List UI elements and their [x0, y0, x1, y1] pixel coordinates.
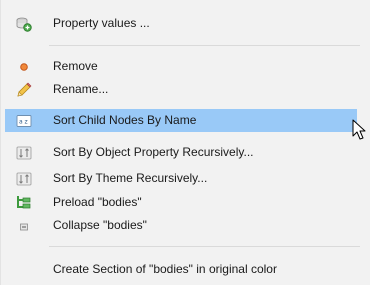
- property-values-icon: [15, 15, 33, 33]
- menu-item-property-values[interactable]: Property values ...: [5, 12, 357, 35]
- preload-icon: [15, 194, 33, 212]
- menu-item-sort-by-object-property[interactable]: Sort By Object Property Recursively...: [5, 141, 357, 164]
- pencil-icon: [15, 81, 33, 99]
- menu-item-create-section[interactable]: Create Section of "bodies" in original c…: [5, 258, 357, 281]
- menu-item-label: Rename...: [53, 82, 109, 96]
- menu-item-preload[interactable]: Preload "bodies": [5, 191, 357, 214]
- menu-item-label: Collapse "bodies": [53, 218, 147, 232]
- mouse-cursor-icon: [352, 119, 366, 144]
- menu-item-label: Remove: [53, 59, 98, 73]
- svg-text:a: a: [19, 118, 23, 125]
- menu-separator: [49, 45, 360, 46]
- menu-item-rename[interactable]: Rename...: [5, 78, 357, 101]
- menu-item-label: Property values ...: [53, 16, 150, 30]
- sort-recursive-icon: [15, 170, 33, 188]
- menu-item-label: Sort Child Nodes By Name: [53, 113, 197, 127]
- menu-item-remove[interactable]: Remove: [5, 55, 357, 78]
- menu-item-collapse[interactable]: Collapse "bodies": [5, 214, 357, 237]
- context-menu: Property values ... Remove Rename... a z…: [0, 0, 370, 285]
- sort-az-icon: a z: [15, 112, 33, 130]
- remove-icon: [15, 58, 33, 76]
- svg-text:z: z: [25, 118, 28, 125]
- sort-recursive-icon: [15, 144, 33, 162]
- menu-item-label: Sort By Theme Recursively...: [53, 171, 208, 185]
- menu-separator: [49, 246, 360, 247]
- menu-item-label: Sort By Object Property Recursively...: [53, 145, 254, 159]
- menu-item-label: Preload "bodies": [53, 195, 142, 209]
- menu-item-sort-by-theme[interactable]: Sort By Theme Recursively...: [5, 167, 357, 190]
- collapse-icon: [15, 217, 33, 235]
- menu-item-label: Create Section of "bodies" in original c…: [53, 262, 277, 276]
- menu-item-sort-by-name[interactable]: a z Sort Child Nodes By Name: [5, 109, 357, 132]
